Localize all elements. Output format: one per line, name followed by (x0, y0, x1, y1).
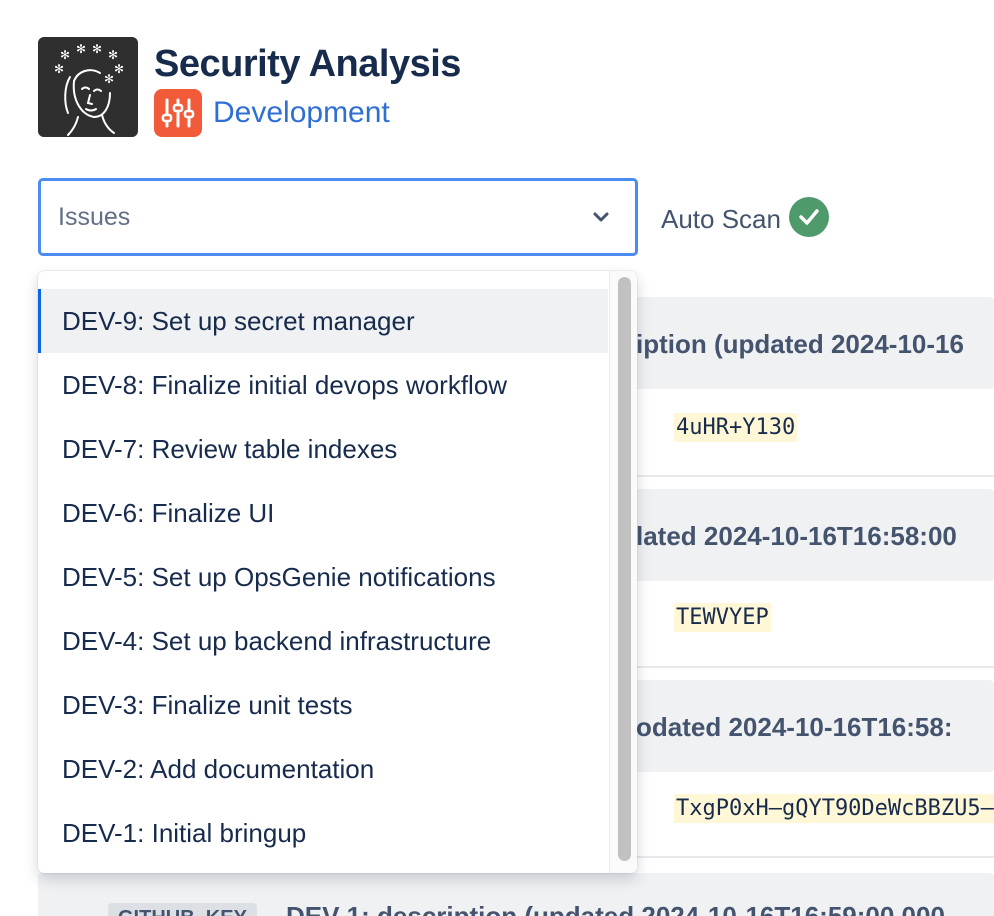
dropdown-option[interactable]: DEV-9: Set up secret manager (38, 289, 608, 353)
secret-value: TxgP0xH—gQYT90DeWcBBZU5— (674, 794, 994, 823)
chevron-down-icon[interactable] (591, 207, 611, 232)
page-header: ✻ ✻ ✻ ✻ ✻ ✻ ✻ Security Analysis Developm… (38, 37, 461, 137)
auto-scan-toggle[interactable]: Auto Scan (661, 197, 829, 239)
issue-select-value: Issues (58, 203, 131, 231)
dropdown-option[interactable]: DEV-2: Add documentation (38, 737, 608, 801)
dropdown-option[interactable]: DEV-5: Set up OpsGenie notifications (38, 545, 608, 609)
svg-text:✻: ✻ (76, 42, 86, 56)
scrollbar-thumb[interactable] (618, 277, 631, 861)
dropdown-option[interactable]: DEV-1: Initial bringup (38, 801, 608, 865)
secret-value: TEWVYEP (674, 603, 771, 632)
project-link[interactable]: Development (213, 89, 390, 137)
dropdown-option[interactable]: DEV-3: Finalize unit tests (38, 673, 608, 737)
issue-dropdown-menu[interactable]: DEV-9: Set up secret manager DEV-8: Final… (38, 271, 637, 873)
finding-heading: DEV-1: description (updated 2024-10-16T1… (286, 901, 945, 916)
svg-text:✻: ✻ (114, 62, 124, 76)
issue-select[interactable]: Issues (38, 178, 638, 256)
chevron-down-icon[interactable]: ⌄ (64, 907, 81, 916)
check-circle-icon (788, 197, 829, 237)
svg-text:✻: ✻ (92, 42, 102, 56)
dropdown-option[interactable]: DEV-6: Finalize UI (38, 481, 608, 545)
dropdown-option[interactable]: DEV-7: Review table indexes (38, 417, 608, 481)
finding-heading: odated 2024-10-16T16:58: (636, 712, 953, 742)
secret-type-badge: GITHUB_KEY (108, 903, 257, 916)
svg-text:✻: ✻ (108, 48, 118, 62)
finding-heading: lated 2024-10-16T16:58:00 (636, 521, 957, 551)
finding-heading: iption (updated 2024-10-16 (636, 329, 964, 359)
secret-value: 4uHR+Y130 (674, 413, 798, 442)
app-logo-icon: ✻ ✻ ✻ ✻ ✻ ✻ ✻ (38, 37, 138, 137)
auto-scan-label: Auto Scan (661, 203, 781, 234)
svg-text:✻: ✻ (54, 62, 64, 76)
finding-header[interactable]: ⌄ GITHUB_KEY DEV-1: description (updated… (38, 873, 994, 916)
svg-text:✻: ✻ (104, 72, 114, 86)
dropdown-option[interactable]: DEV-4: Set up backend infrastructure (38, 609, 608, 673)
dropdown-option[interactable]: DEV-8: Finalize initial devops workflow (38, 353, 608, 417)
svg-text:✻: ✻ (60, 48, 70, 62)
dropdown-scrollbar[interactable] (609, 271, 637, 873)
sliders-icon (154, 89, 202, 137)
app-title: Security Analysis (154, 43, 461, 85)
